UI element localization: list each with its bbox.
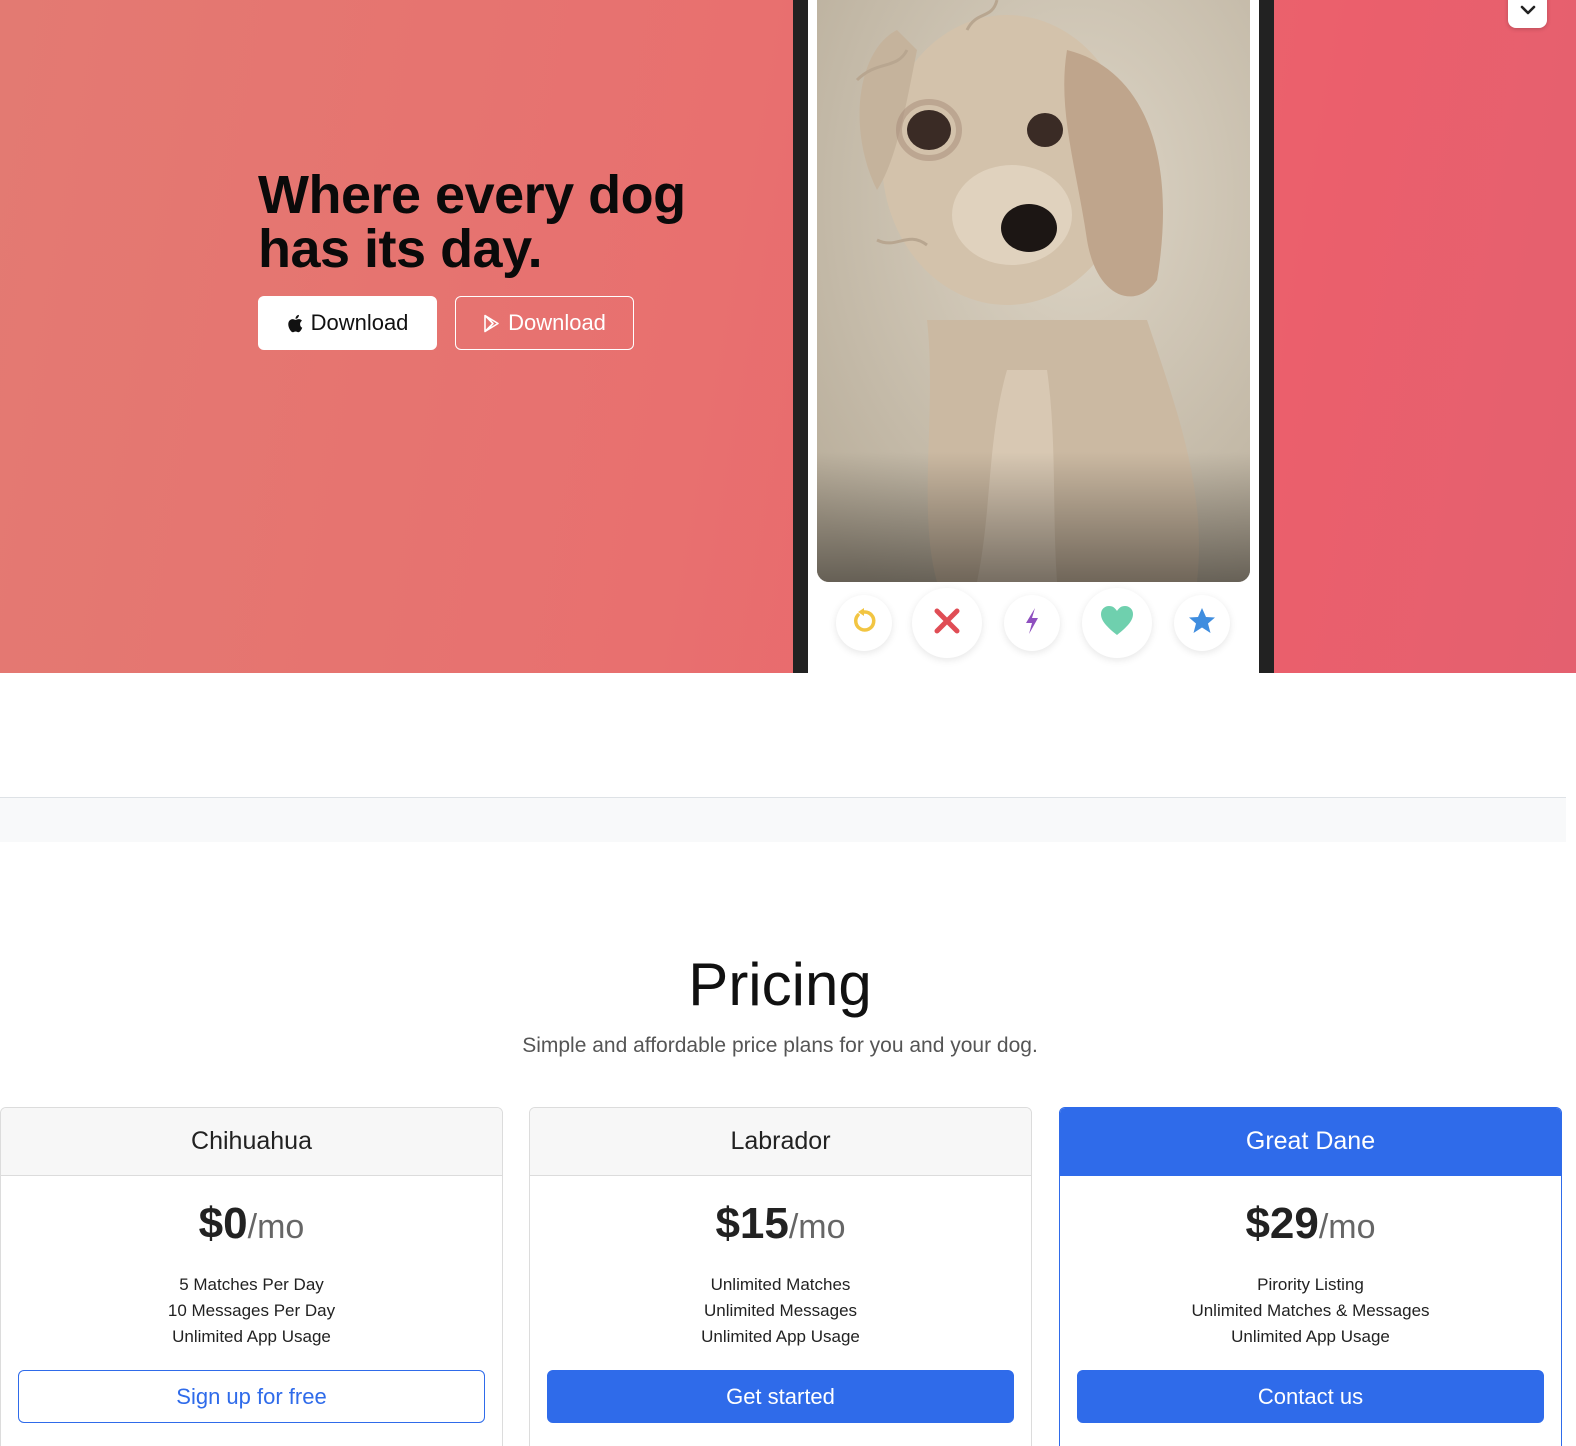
feature-item: Unlimited Matches & Messages <box>1191 1301 1430 1320</box>
sign-up-free-button[interactable]: Sign up for free <box>18 1370 485 1423</box>
price-period: /mo <box>247 1208 305 1246</box>
app-store-download-button[interactable]: Download <box>258 296 437 350</box>
feature-item: Unlimited Matches <box>710 1275 851 1294</box>
plan-price: $29/mo <box>1060 1196 1561 1252</box>
dog-photo <box>817 0 1250 582</box>
plan-name: Great Dane <box>1060 1108 1561 1176</box>
section-divider <box>0 797 1566 842</box>
rewind-button[interactable] <box>836 595 892 651</box>
superlike-button[interactable] <box>1174 595 1230 651</box>
superlike-icon <box>1187 606 1217 641</box>
hero-section: Where every dog has its day. Download Do… <box>0 0 1576 673</box>
plan-features: 5 Matches Per Day 10 Messages Per Day Un… <box>1 1272 502 1350</box>
nope-button[interactable] <box>912 588 982 658</box>
boost-button[interactable] <box>1004 595 1060 651</box>
plan-name: Labrador <box>530 1108 1031 1176</box>
plan-price: $0/mo <box>1 1196 502 1252</box>
plan-features: Pirority Listing Unlimited Matches & Mes… <box>1060 1272 1561 1350</box>
boost-icon <box>1022 606 1042 641</box>
phone-screen <box>808 0 1259 673</box>
google-play-download-button[interactable]: Download <box>455 296 634 350</box>
google-play-icon <box>483 314 500 333</box>
hero-title: Where every dog has its day. <box>258 165 686 279</box>
price-amount: $15 <box>715 1199 789 1248</box>
rewind-icon <box>849 606 879 641</box>
feature-item: Unlimited App Usage <box>701 1327 860 1346</box>
google-play-download-label: Download <box>508 310 606 335</box>
feature-item: Pirority Listing <box>1257 1275 1364 1294</box>
pricing-title: Pricing <box>688 951 872 1018</box>
feature-item: 10 Messages Per Day <box>167 1301 336 1320</box>
price-amount: $29 <box>1245 1199 1319 1248</box>
feature-item: Unlimited App Usage <box>1231 1327 1390 1346</box>
like-icon <box>1099 605 1135 642</box>
plan-price: $15/mo <box>530 1196 1031 1252</box>
price-period: /mo <box>1318 1208 1376 1246</box>
price-period: /mo <box>788 1208 846 1246</box>
chevron-down-icon <box>1520 2 1536 20</box>
scroll-down-button[interactable] <box>1508 0 1547 28</box>
feature-item: Unlimited App Usage <box>172 1327 331 1346</box>
pricing-card-chihuahua: Chihuahua $0/mo 5 Matches Per Day 10 Mes… <box>0 1107 503 1446</box>
phone-mockup <box>793 0 1274 673</box>
nope-icon <box>931 605 963 642</box>
app-store-download-label: Download <box>310 310 409 335</box>
plan-name: Chihuahua <box>1 1108 502 1176</box>
like-button[interactable] <box>1082 588 1152 658</box>
pricing-card-labrador: Labrador $15/mo Unlimited Matches Unlimi… <box>529 1107 1032 1446</box>
feature-item: 5 Matches Per Day <box>179 1275 324 1294</box>
pricing-subtitle: Simple and affordable price plans for yo… <box>522 1034 1038 1057</box>
apple-icon <box>287 314 303 333</box>
swipe-action-bar <box>808 588 1259 668</box>
price-amount: $0 <box>198 1199 248 1248</box>
feature-item: Unlimited Messages <box>703 1301 858 1320</box>
contact-us-button[interactable]: Contact us <box>1077 1370 1544 1423</box>
get-started-button[interactable]: Get started <box>547 1370 1014 1423</box>
plan-features: Unlimited Matches Unlimited Messages Unl… <box>530 1272 1031 1350</box>
pricing-card-great-dane: Great Dane $29/mo Pirority Listing Unlim… <box>1059 1107 1562 1446</box>
